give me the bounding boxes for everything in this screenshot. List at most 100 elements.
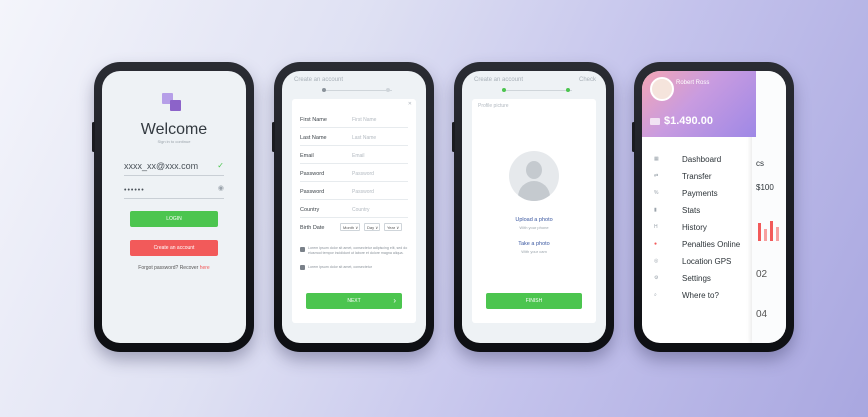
terms-text: Lorem ipsum dolor sit amet, consectetur … <box>308 246 408 255</box>
password-field[interactable]: •••••• ◉ <box>124 184 224 199</box>
recover-here-link[interactable]: here <box>200 265 210 271</box>
penalties-icon: ● <box>654 241 658 247</box>
signup-screen: Create an account ✕ First Name First Name… <box>282 71 426 343</box>
year-select[interactable]: Year ∨ <box>384 223 402 231</box>
menu-item-penalties[interactable]: ● Penalties Online <box>648 238 760 252</box>
month-value: Month <box>343 225 355 230</box>
payments-icon: % <box>654 190 659 196</box>
field-label: Last Name <box>300 135 327 141</box>
year-value: Year <box>387 225 396 230</box>
welcome-title: Welcome <box>140 121 208 138</box>
last-name-field[interactable]: Last Name Last Name <box>300 133 408 146</box>
user-name: Robert Ross <box>676 80 710 86</box>
menu-label: Penalties Online <box>682 240 741 249</box>
next-button[interactable]: NEXT › <box>306 293 402 309</box>
password-value: •••••• <box>124 187 145 194</box>
menu-screen: cs $100 02 04 Robert Ross $1.490.00 ▦ Das… <box>642 71 786 343</box>
phone-signup: Create an account ✕ First Name First Name… <box>272 62 434 352</box>
field-placeholder: Last Name <box>352 135 377 141</box>
login-button[interactable]: LOGIN <box>130 211 218 227</box>
menu-item-settings[interactable]: ⚙ Settings <box>648 272 760 286</box>
day-value: Day <box>367 225 375 230</box>
profile-header: Robert Ross $1.490.00 <box>642 71 756 137</box>
menu-label: Payments <box>682 189 718 198</box>
email-field[interactable]: xxxx_xx@xxx.com ✓ <box>124 161 224 176</box>
menu-label: Transfer <box>682 172 712 181</box>
history-icon: H <box>654 224 658 230</box>
phone-profile-picture: Create an account Check Profile picture … <box>452 62 614 352</box>
field-placeholder: Country <box>352 207 370 213</box>
take-photo-sub: With your cam <box>521 249 547 254</box>
field-placeholder: Email <box>352 153 365 159</box>
field-placeholder: First Name <box>352 117 377 123</box>
menu-item-history[interactable]: H History <box>648 221 760 235</box>
app-logo <box>162 93 184 113</box>
menu-item-payments[interactable]: % Payments <box>648 187 760 201</box>
terms-checkbox[interactable] <box>300 247 305 252</box>
chevron-right-icon: › <box>393 296 396 305</box>
month-select[interactable]: Month ∨ <box>340 223 360 231</box>
menu-item-where-to[interactable]: ⌕ Where to? <box>648 289 760 303</box>
newsletter-text: Lorem ipsum dolor sit amet, consectetur <box>308 265 372 269</box>
profile-header: Create an account <box>474 77 524 83</box>
balance: $1.490.00 <box>664 115 713 127</box>
transfer-icon: ⇄ <box>654 173 659 179</box>
header-right: Check <box>578 77 596 83</box>
day-select[interactable]: Day ∨ <box>364 223 380 231</box>
create-account-button[interactable]: Create an account <box>130 240 218 256</box>
birth-date-label: Birth Date <box>300 225 325 231</box>
where-icon: ⌕ <box>654 292 657 298</box>
country-field[interactable]: Country Country <box>300 205 408 218</box>
card-icon <box>650 118 660 125</box>
forgot-password: Forgot password? Recover here <box>102 265 246 271</box>
welcome-subtitle: Sign in to continue <box>157 139 191 144</box>
menu-label: Settings <box>682 274 711 283</box>
password-field[interactable]: Password Password <box>300 169 408 182</box>
field-placeholder: Password <box>352 189 374 195</box>
password-confirm-field[interactable]: Password Password <box>300 187 408 200</box>
dashboard-icon: ▦ <box>654 156 659 162</box>
profile-picture-title: Profile picture <box>478 103 509 109</box>
profile-screen: Create an account Check Profile picture … <box>462 71 606 343</box>
progress-bar <box>502 88 572 92</box>
newsletter-checkbox[interactable] <box>300 265 305 270</box>
finish-button[interactable]: FINISH <box>486 293 582 309</box>
close-icon[interactable]: ✕ <box>408 101 412 107</box>
avatar[interactable] <box>650 77 674 101</box>
menu-item-stats[interactable]: ▮ Stats <box>648 204 760 218</box>
settings-icon: ⚙ <box>654 275 659 281</box>
phone-login: Welcome Sign in to continue xxxx_xx@xxx.… <box>92 62 254 352</box>
login-screen: Welcome Sign in to continue xxxx_xx@xxx.… <box>102 71 246 343</box>
avatar-placeholder-icon <box>509 151 559 201</box>
eye-icon[interactable]: ◉ <box>218 184 224 192</box>
menu-item-location[interactable]: ◎ Location GPS <box>648 255 760 269</box>
menu-item-dashboard[interactable]: ▦ Dashboard <box>648 153 760 167</box>
menu-label: Stats <box>682 206 701 215</box>
first-name-field[interactable]: First Name First Name <box>300 115 408 128</box>
progress-dot <box>322 88 326 92</box>
field-label: Country <box>300 207 320 213</box>
field-label: Email <box>300 153 314 159</box>
upload-photo-link[interactable]: Upload a photo <box>472 217 596 223</box>
check-icon: ✓ <box>217 161 224 170</box>
menu-label: Location GPS <box>682 257 732 266</box>
email-field[interactable]: Email Email <box>300 151 408 164</box>
upload-photo-sub: With your phone <box>519 225 549 230</box>
menu-label: History <box>682 223 707 232</box>
progress-dot <box>566 88 570 92</box>
birth-date-row: Birth Date Month ∨ Day ∨ Year ∨ <box>300 223 408 235</box>
menu-item-transfer[interactable]: ⇄ Transfer <box>648 170 760 184</box>
peek-bar-chart <box>758 219 782 241</box>
location-icon: ◎ <box>654 258 659 264</box>
progress-dot <box>502 88 506 92</box>
progress-dot <box>386 88 390 92</box>
field-placeholder: Password <box>352 171 374 177</box>
forgot-text: Forgot password? Recover <box>138 265 199 271</box>
menu-label: Where to? <box>682 291 719 300</box>
email-value: xxxx_xx@xxx.com <box>124 161 199 171</box>
stats-icon: ▮ <box>654 207 657 213</box>
peek-value-2: 04 <box>756 309 768 320</box>
take-photo-link[interactable]: Take a photo <box>472 241 596 247</box>
profile-card: Profile picture Upload a photo With your… <box>472 99 596 323</box>
signup-card: ✕ First Name First Name Last Name Last Nam… <box>292 99 416 323</box>
